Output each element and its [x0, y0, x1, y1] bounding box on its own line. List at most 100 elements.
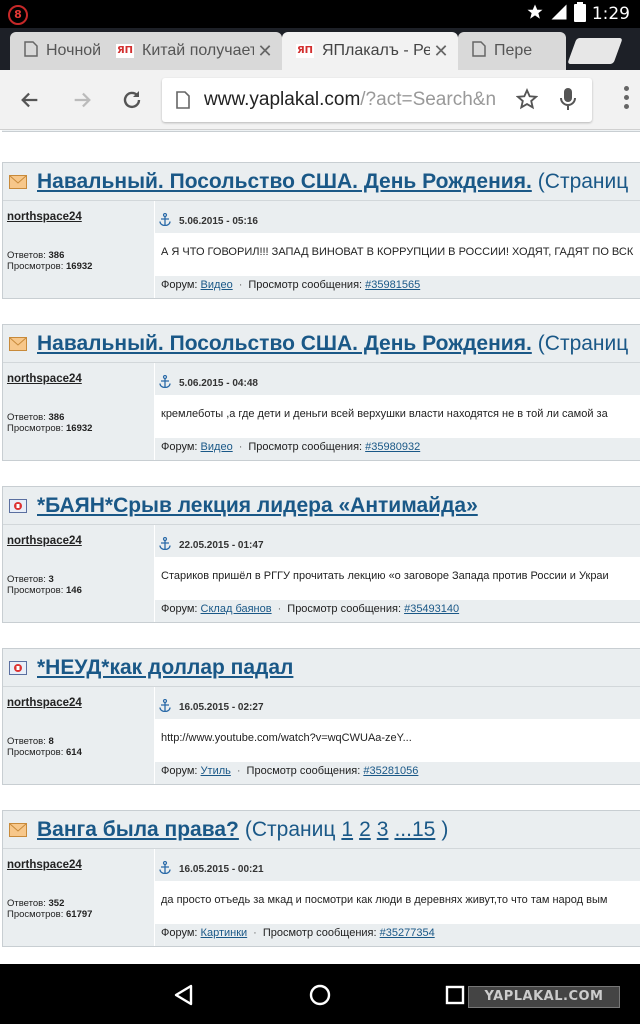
post-link[interactable]: #35277354	[380, 927, 435, 939]
pages-close: )	[441, 817, 449, 841]
forum-label: Форум:	[161, 765, 198, 777]
result-header: *БАЯН*Срыв лекция лидера «Антимайда»	[3, 487, 640, 525]
tab-4[interactable]: Пере	[458, 32, 566, 70]
close-tab-icon[interactable]: ✕	[430, 41, 452, 62]
reload-button[interactable]	[116, 84, 148, 116]
address-bar[interactable]: www.yaplakal.com/?act=Search&n	[162, 78, 592, 122]
browser-toolbar: www.yaplakal.com/?act=Search&n	[0, 70, 640, 130]
yaplakal-favicon-icon: ЯП	[116, 44, 134, 58]
new-tab-button[interactable]	[567, 38, 623, 64]
yaplakal-watermark: YAPLAKAL.COM	[468, 986, 620, 1008]
result-title-link[interactable]: *НЕУД*как доллар падал	[37, 656, 293, 680]
replies-count: 386	[48, 250, 65, 261]
post-view-label: Просмотр сообщения:	[246, 765, 361, 777]
author-row: northspace24 22.05.2015 - 01:47	[3, 525, 640, 557]
anchor-icon[interactable]	[159, 860, 171, 877]
tab-3-active[interactable]: ЯП ЯПлакалъ - Ре ✕	[282, 32, 458, 70]
forum-link[interactable]: Картинки	[201, 927, 248, 939]
result-header: Навальный. Посольство США. День Рождения…	[3, 325, 640, 363]
anchor-icon[interactable]	[159, 536, 171, 553]
bookmark-star-icon[interactable]	[515, 88, 539, 115]
replies-count: 352	[48, 898, 65, 909]
envelope-icon	[9, 336, 27, 351]
anchor-icon[interactable]	[159, 698, 171, 715]
nav-back-button[interactable]	[168, 980, 198, 1010]
tab-2[interactable]: ЯП Китай получает ✕	[102, 32, 282, 70]
forum-row: Форум: Склад баянов · Просмотр сообщения: …	[3, 600, 640, 622]
anchor-icon[interactable]	[159, 374, 171, 391]
post-link[interactable]: #35981565	[365, 279, 420, 291]
post-date: 5.06.2015 - 05:16	[179, 215, 258, 227]
page-icon	[472, 40, 486, 62]
result-title-link[interactable]: Ванга была права?	[37, 818, 239, 842]
post-meta: 5.06.2015 - 05:16	[155, 201, 640, 233]
author-link[interactable]: northspace24	[3, 363, 155, 395]
page-link[interactable]: 1	[341, 818, 353, 841]
page-link[interactable]: 2	[359, 818, 371, 841]
nav-recents-button[interactable]	[440, 980, 470, 1010]
back-button[interactable]	[14, 84, 46, 116]
post-view-label: Просмотр сообщения:	[248, 279, 363, 291]
result-item: Навальный. Посольство США. День Рождения…	[2, 162, 640, 299]
author-link[interactable]: northspace24	[3, 849, 155, 881]
page-icon	[24, 40, 38, 62]
result-header: Навальный. Посольство США. День Рождения…	[3, 163, 640, 201]
post-link[interactable]: #35281056	[363, 765, 418, 777]
separator-dot: ·	[238, 279, 243, 291]
anchor-icon[interactable]	[159, 212, 171, 229]
page-link[interactable]: ...15	[394, 818, 435, 841]
star-icon	[526, 3, 544, 26]
microphone-icon[interactable]	[560, 87, 576, 116]
forum-row: Форум: Картинки · Просмотр сообщения: #352…	[3, 924, 640, 946]
topic-stats: Ответов: 386 Просмотров: 16932	[3, 395, 155, 438]
views-label: Просмотров:	[7, 585, 64, 596]
forum-link[interactable]: Видео	[201, 279, 233, 291]
post-meta: 16.05.2015 - 02:27	[155, 687, 640, 719]
forum-link[interactable]: Видео	[201, 441, 233, 453]
post-date: 16.05.2015 - 00:21	[179, 863, 264, 875]
post-view-label: Просмотр сообщения:	[262, 927, 377, 939]
body-row: Ответов: 8 Просмотров: 614 http://www.yout…	[3, 719, 640, 762]
separator-dot: ·	[253, 927, 257, 939]
result-title-link[interactable]: Навальный. Посольство США. День Рождения…	[37, 332, 532, 356]
replies-count: 386	[48, 412, 65, 423]
post-link[interactable]: #35980932	[365, 441, 420, 453]
forward-button[interactable]	[66, 84, 98, 116]
forum-link[interactable]: Утиль	[201, 765, 231, 777]
page-info-icon[interactable]	[176, 91, 190, 114]
nav-home-button[interactable]	[305, 980, 335, 1010]
close-tab-icon[interactable]: ✕	[254, 41, 276, 62]
result-title-link[interactable]: *БАЯН*Срыв лекция лидера «Антимайда»	[37, 494, 478, 518]
overflow-menu-icon[interactable]	[624, 86, 630, 114]
forum-info: Форум: Видео · Просмотр сообщения: #359815…	[155, 276, 640, 298]
author-link[interactable]: northspace24	[3, 525, 155, 557]
author-link[interactable]: northspace24	[3, 687, 155, 719]
url-text[interactable]: www.yaplakal.com/?act=Search&n	[204, 89, 504, 111]
url-path: /?act=Search&n	[360, 89, 497, 110]
android-nav-bar: YAPLAKAL.COM	[0, 964, 640, 1024]
page-link[interactable]: 3	[377, 818, 389, 841]
forum-info: Форум: Видео · Просмотр сообщения: #359809…	[155, 438, 640, 460]
tab-strip: Ночной ЯП Китай получает ✕ ЯП ЯПлакалъ -…	[0, 28, 640, 70]
forum-label: Форум:	[161, 279, 198, 291]
post-snippet: А Я ЧТО ГОВОРИЛ!!! ЗАПАД ВИНОВАТ В КОРРУ…	[161, 246, 634, 258]
envelope-icon	[9, 822, 27, 837]
forum-info: Форум: Склад баянов · Просмотр сообщения: …	[155, 600, 640, 622]
forum-row-spacer	[3, 762, 155, 784]
replies-label: Ответов:	[7, 898, 46, 909]
author-row: northspace24 5.06.2015 - 05:16	[3, 201, 640, 233]
pages-label: (Страниц	[244, 817, 336, 841]
result-item: Навальный. Посольство США. День Рождения…	[2, 324, 640, 461]
topic-stats: Ответов: 386 Просмотров: 16932	[3, 233, 155, 276]
topic-stats: Ответов: 8 Просмотров: 614	[3, 719, 155, 762]
forum-link[interactable]: Склад баянов	[201, 603, 272, 615]
replies-label: Ответов:	[7, 574, 46, 585]
author-link[interactable]: northspace24	[3, 201, 155, 233]
views-count: 16932	[66, 261, 93, 272]
post-link[interactable]: #35493140	[404, 603, 459, 615]
tab-title: ЯПлакалъ - Ре	[322, 42, 430, 59]
partial-result-footer	[2, 130, 640, 132]
result-title-link[interactable]: Навальный. Посольство США. День Рождения…	[37, 170, 532, 194]
forum-row: Форум: Утиль · Просмотр сообщения: #352810…	[3, 762, 640, 784]
views-count: 16932	[66, 423, 93, 434]
